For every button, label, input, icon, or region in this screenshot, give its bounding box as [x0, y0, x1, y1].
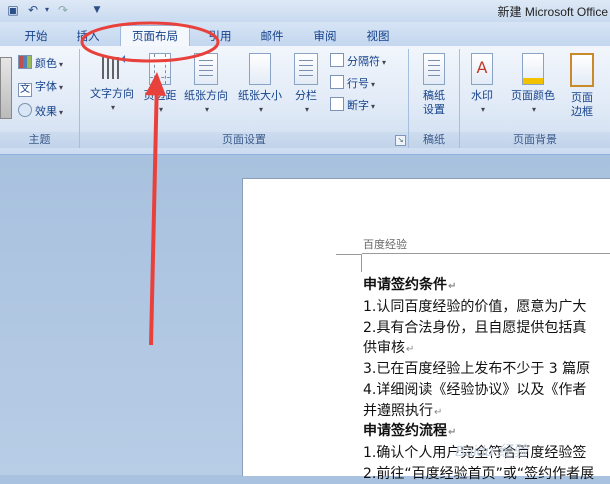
page-setup-launcher-icon[interactable]: ↘: [395, 135, 406, 146]
columns-button[interactable]: 分栏 ▾: [288, 53, 324, 117]
size-button[interactable]: 纸张大小 ▾: [234, 53, 286, 117]
margin-corner-mark: [336, 254, 362, 255]
doc-line[interactable]: 1.认同百度经验的价值，愿意为广大: [363, 297, 586, 317]
group-manuscript: 稿纸 设置 稿纸: [409, 49, 460, 148]
theme-effects-button[interactable]: 效果 ▾: [18, 103, 63, 119]
doc-line[interactable]: 4.详细阅读《经验协议》以及《作者: [363, 380, 586, 400]
page-color-icon: [522, 53, 544, 85]
group-label-themes: 主题: [0, 132, 79, 148]
margin-corner-mark-vertical: [361, 254, 362, 272]
group-themes: 颜色 ▾ 文字体 ▾ 效果 ▾ 主题: [0, 49, 80, 148]
tab-mailings[interactable]: 邮件: [250, 26, 294, 46]
tab-references[interactable]: 引用: [198, 26, 242, 46]
watermark-icon: A: [471, 53, 493, 85]
group-label-page-setup: 页面设置: [80, 132, 408, 148]
tab-page-layout[interactable]: 页面布局: [120, 25, 190, 46]
orientation-icon: [194, 53, 218, 85]
effects-icon: [18, 103, 32, 117]
line-numbers-icon: [330, 75, 344, 89]
doc-line[interactable]: 申请签约流程↵: [363, 421, 456, 443]
group-label-manuscript: 稿纸: [409, 132, 459, 148]
breaks-button[interactable]: 分隔符 ▾: [330, 53, 386, 69]
doc-line[interactable]: 并遵照执行↵: [363, 401, 442, 423]
undo-icon[interactable]: ↶: [26, 3, 40, 17]
tab-review[interactable]: 审阅: [303, 26, 347, 46]
doc-line[interactable]: 2.前往“百度经验首页”或“签约作者展: [363, 464, 594, 484]
ribbon: 颜色 ▾ 文字体 ▾ 效果 ▾ 主题 文字方向 ▾ 页边距 ▾ 纸张方向 ▾ 纸…: [0, 46, 610, 155]
hyphenation-icon: [330, 97, 344, 111]
doc-line[interactable]: 申请签约条件↵: [363, 275, 456, 297]
undo-dropdown-icon[interactable]: ▾: [40, 3, 54, 17]
window-title: 新建 Microsoft Office: [497, 5, 608, 19]
manuscript-settings-button[interactable]: 稿纸 设置: [413, 53, 455, 117]
doc-line[interactable]: 3.已在百度经验上发布不少于 3 篇原: [363, 359, 590, 379]
customize-toolbar-icon[interactable]: ▼: [90, 3, 104, 17]
fonts-icon: 文: [18, 83, 32, 97]
manuscript-icon: [423, 53, 445, 85]
doc-line[interactable]: 供审核↵: [363, 338, 414, 360]
tab-insert[interactable]: 插入: [66, 26, 110, 46]
margins-button[interactable]: 页边距 ▾: [140, 53, 180, 117]
page-borders-button[interactable]: 页面 边框: [564, 53, 600, 119]
page-color-button[interactable]: 页面颜色 ▾: [504, 53, 562, 117]
columns-icon: [294, 53, 318, 85]
save-icon[interactable]: ▣: [6, 3, 20, 17]
text-direction-button[interactable]: 文字方向 ▾: [86, 53, 138, 115]
ribbon-tabs: 开始 插入 页面布局 引用 邮件 审阅 视图: [0, 22, 610, 46]
group-label-page-background: 页面背景: [460, 132, 610, 148]
colors-icon: [18, 55, 32, 69]
group-page-setup: 文字方向 ▾ 页边距 ▾ 纸张方向 ▾ 纸张大小 ▾ 分栏 ▾ 分隔符 ▾ 行号 ▾: [80, 49, 409, 148]
group-page-background: A 水印 ▾ 页面颜色 ▾ 页面 边框 页面背景: [460, 49, 610, 148]
themes-button[interactable]: [0, 57, 12, 119]
title-bar: ▣ ↶ ▾ ↷ ▼ 新建 Microsoft Office: [0, 0, 610, 22]
text-direction-icon: [99, 53, 125, 83]
watermark-button[interactable]: A 水印 ▾: [464, 53, 500, 117]
page-borders-icon: [570, 53, 594, 87]
hyphenation-button[interactable]: 断字 ▾: [330, 97, 375, 113]
baidu-watermark: Baidu 经验: [455, 443, 528, 460]
doc-line[interactable]: 2.具有合法身份，且自愿提供包括真: [363, 318, 586, 338]
line-numbers-button[interactable]: 行号 ▾: [330, 75, 375, 91]
breaks-icon: [330, 53, 344, 67]
orientation-button[interactable]: 纸张方向 ▾: [180, 53, 232, 117]
header-divider: [362, 253, 610, 254]
page-header-text[interactable]: 百度经验: [363, 236, 407, 252]
tab-home[interactable]: 开始: [14, 26, 58, 46]
margins-icon: [149, 53, 171, 85]
paper-size-icon: [249, 53, 271, 85]
redo-icon[interactable]: ↷: [56, 3, 70, 17]
theme-colors-button[interactable]: 颜色 ▾: [18, 55, 63, 71]
theme-fonts-button[interactable]: 文字体 ▾: [18, 79, 63, 97]
tab-view[interactable]: 视图: [356, 26, 400, 46]
